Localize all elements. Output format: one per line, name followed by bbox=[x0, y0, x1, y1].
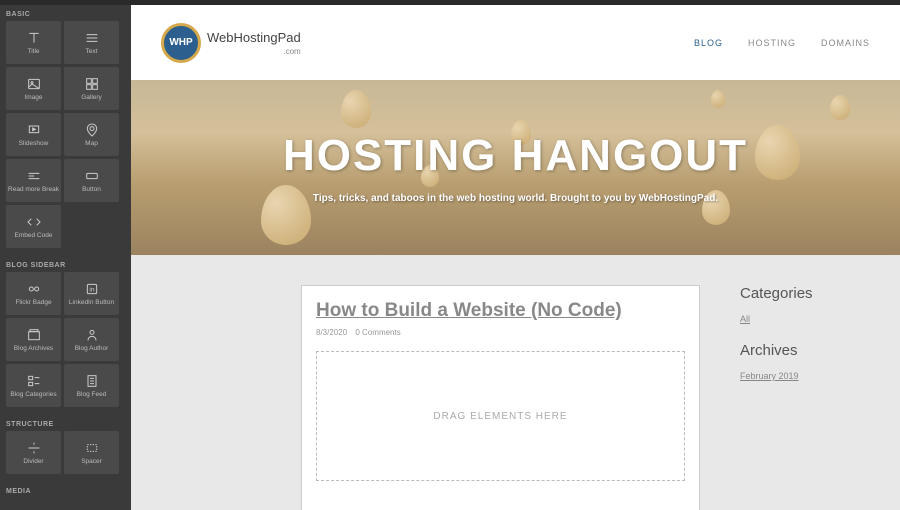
tile-readmore[interactable]: Read more Break bbox=[6, 159, 61, 202]
archive-link[interactable]: February 2019 bbox=[740, 371, 870, 381]
balloon-decor bbox=[341, 90, 371, 128]
spacer-icon bbox=[84, 440, 100, 456]
canvas[interactable]: WHP WebHostingPad .com BLOG HOSTING DOMA… bbox=[131, 5, 900, 510]
nav-blog[interactable]: BLOG bbox=[694, 38, 723, 48]
balloon-decor bbox=[261, 185, 311, 245]
button-icon bbox=[84, 168, 100, 184]
tile-flickr[interactable]: Flickr Badge bbox=[6, 272, 61, 315]
tile-image[interactable]: Image bbox=[6, 67, 61, 110]
feed-icon bbox=[84, 373, 100, 389]
logo[interactable]: WHP WebHostingPad .com bbox=[161, 23, 301, 63]
map-icon bbox=[84, 122, 100, 138]
author-icon bbox=[84, 327, 100, 343]
section-media: MEDIA bbox=[0, 482, 131, 498]
linkedin-icon: in bbox=[84, 281, 100, 297]
hero-banner: HOSTING HANGOUT Tips, tricks, and taboos… bbox=[131, 80, 900, 255]
tile-text[interactable]: Text bbox=[64, 21, 119, 64]
category-all-link[interactable]: All bbox=[740, 314, 870, 324]
hero-title: HOSTING HANGOUT bbox=[283, 131, 748, 181]
blog-post[interactable]: How to Build a Website (No Code) 8/3/202… bbox=[301, 285, 700, 510]
tile-button[interactable]: Button bbox=[64, 159, 119, 202]
logo-badge: WHP bbox=[161, 23, 201, 63]
site-header: WHP WebHostingPad .com BLOG HOSTING DOMA… bbox=[131, 5, 900, 80]
tile-map[interactable]: Map bbox=[64, 113, 119, 156]
widget-sidebar: BASIC Title Text Image Gallery Slideshow… bbox=[0, 5, 131, 510]
nav-domains[interactable]: DOMAINS bbox=[821, 38, 870, 48]
logo-sub: .com bbox=[207, 47, 301, 56]
post-comments[interactable]: 0 Comments bbox=[355, 328, 400, 337]
hero-subtitle: Tips, tricks, and taboos in the web host… bbox=[313, 193, 718, 204]
break-icon bbox=[26, 168, 42, 184]
tile-divider[interactable]: Divider bbox=[6, 431, 61, 474]
drop-zone[interactable]: DRAG ELEMENTS HERE bbox=[316, 351, 685, 481]
section-basic: BASIC bbox=[0, 5, 131, 21]
balloon-decor bbox=[755, 125, 800, 180]
tile-author[interactable]: Blog Author bbox=[64, 318, 119, 361]
tile-slideshow[interactable]: Slideshow bbox=[6, 113, 61, 156]
gallery-icon bbox=[84, 76, 100, 92]
tile-gallery[interactable]: Gallery bbox=[64, 67, 119, 110]
post-title[interactable]: How to Build a Website (No Code) bbox=[316, 300, 685, 322]
flickr-icon bbox=[26, 281, 42, 297]
section-structure: STRUCTURE bbox=[0, 415, 131, 431]
divider-icon bbox=[26, 440, 42, 456]
archives-icon bbox=[26, 327, 42, 343]
post-meta: 8/3/2020 0 Comments bbox=[316, 328, 685, 337]
tile-embed[interactable]: Embed Code bbox=[6, 205, 61, 248]
balloon-decor bbox=[711, 90, 725, 108]
categories-title: Categories bbox=[740, 285, 870, 302]
image-icon bbox=[26, 76, 42, 92]
text-icon bbox=[84, 30, 100, 46]
tile-spacer[interactable]: Spacer bbox=[64, 431, 119, 474]
logo-text: WebHostingPad bbox=[207, 30, 301, 45]
tile-feed[interactable]: Blog Feed bbox=[64, 364, 119, 407]
svg-text:in: in bbox=[89, 287, 94, 294]
slideshow-icon bbox=[26, 122, 42, 138]
nav-hosting[interactable]: HOSTING bbox=[748, 38, 796, 48]
code-icon bbox=[26, 214, 42, 230]
categories-icon bbox=[26, 373, 42, 389]
post-date: 8/3/2020 bbox=[316, 328, 347, 337]
section-blog-sidebar: BLOG SIDEBAR bbox=[0, 256, 131, 272]
archives-title: Archives bbox=[740, 342, 870, 359]
main-nav: BLOG HOSTING DOMAINS bbox=[694, 38, 870, 48]
tile-linkedin[interactable]: inLinkedIn Button bbox=[64, 272, 119, 315]
tile-title[interactable]: Title bbox=[6, 21, 61, 64]
title-icon bbox=[26, 30, 42, 46]
balloon-decor bbox=[830, 95, 850, 120]
tile-categories[interactable]: Blog Categories bbox=[6, 364, 61, 407]
blog-sidebar: Categories All Archives February 2019 bbox=[740, 285, 870, 510]
tile-archives[interactable]: Blog Archives bbox=[6, 318, 61, 361]
